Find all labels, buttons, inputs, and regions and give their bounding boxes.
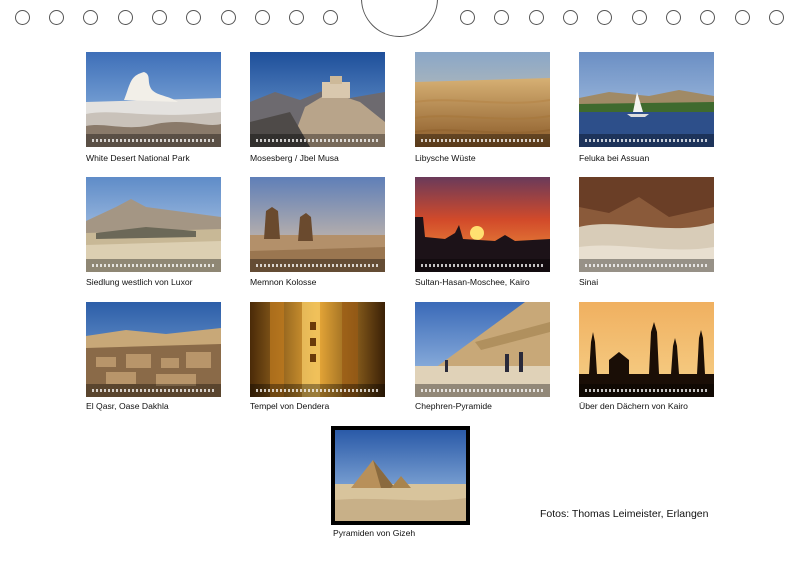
binding-hole [118,10,133,25]
binding-hole [529,10,544,25]
hanger-cutout [361,0,438,37]
photo-white-desert[interactable] [86,52,221,147]
photo-sultan-hasan[interactable] [415,177,550,272]
binding-hole [494,10,509,25]
photo-siedlung-luxor[interactable] [86,177,221,272]
photo-feluka[interactable] [579,52,714,147]
photo-dendera[interactable] [250,302,385,397]
photo-sinai[interactable] [579,177,714,272]
photo-caption: Memnon Kolosse [250,277,317,287]
photo-caption: El Qasr, Oase Dakhla [86,401,169,411]
binding-hole [15,10,30,25]
photo-caption: Sultan-Hasan-Moschee, Kairo [415,277,530,287]
binding-hole [666,10,681,25]
binding-hole [186,10,201,25]
binding-hole [221,10,236,25]
binding-hole [632,10,647,25]
binding-hole [700,10,715,25]
binding-hole [735,10,750,25]
photo-caption: Libysche Wüste [415,153,476,163]
photo-caption: White Desert National Park [86,153,190,163]
photo-caption: Sinai [579,277,599,287]
binding-hole [769,10,784,25]
photo-memnon[interactable] [250,177,385,272]
photo-caption: Feluka bei Assuan [579,153,650,163]
photo-caption: Über den Dächern von Kairo [579,401,688,411]
photo-chephren[interactable] [415,302,550,397]
binding-hole [563,10,578,25]
photo-credit: Fotos: Thomas Leimeister, Erlangen [540,508,709,520]
binding-hole [255,10,270,25]
cover-photo-gizeh[interactable] [331,426,470,525]
photo-libysche-wueste[interactable] [415,52,550,147]
binding-hole [49,10,64,25]
binding-hole [289,10,304,25]
binding-hole [83,10,98,25]
photo-mosesberg[interactable] [250,52,385,147]
photo-el-qasr[interactable] [86,302,221,397]
photo-daecher-kairo[interactable] [579,302,714,397]
photo-caption: Pyramiden von Gizeh [333,528,416,538]
photo-caption: Chephren-Pyramide [415,401,492,411]
photo-caption: Tempel von Dendera [250,401,330,411]
binding-holes [0,0,800,40]
binding-hole [152,10,167,25]
binding-hole [597,10,612,25]
binding-hole [460,10,475,25]
photo-caption: Mosesberg / Jbel Musa [250,153,339,163]
binding-hole [323,10,338,25]
photo-caption: Siedlung westlich von Luxor [86,277,193,287]
